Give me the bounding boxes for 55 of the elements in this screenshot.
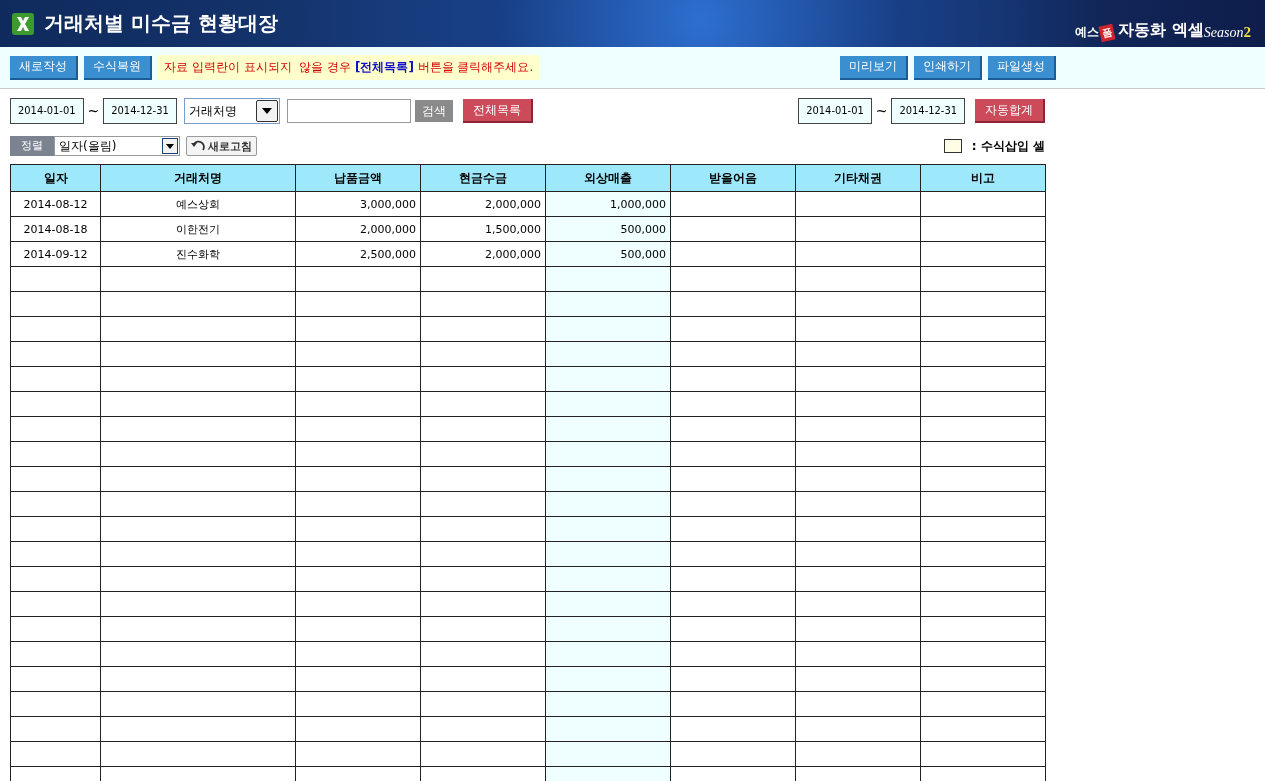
toolbar-button[interactable]: 미리보기 <box>840 55 908 80</box>
date-field[interactable]: 2014-01-01 <box>10 98 84 124</box>
field-dropdown[interactable]: 거래처명 <box>183 98 280 124</box>
table-cell: 2,000,000 <box>420 241 546 267</box>
caret-icon <box>261 108 272 114</box>
table-cell: 3,000,000 <box>295 191 421 217</box>
toolbar-button[interactable]: 새로작성 <box>10 55 78 80</box>
column-header: 거래처명 <box>100 164 296 192</box>
table-cell: 이한전기 <box>100 216 296 242</box>
brand-number: 2 <box>1243 24 1251 41</box>
sort-label: 정렬 <box>10 136 54 156</box>
table-cell: 2014-08-18 <box>10 216 101 242</box>
table-cell: 2,500,000 <box>295 241 421 267</box>
tilde-text: ~ <box>87 103 100 119</box>
brand-tag: 폼 <box>1098 23 1116 43</box>
tilde-text: ~ <box>875 103 888 119</box>
refresh-icon <box>191 140 205 152</box>
toolbar-button[interactable]: 수식복원 <box>84 55 152 80</box>
brand-name: 자동화 엑셀 <box>1118 20 1204 41</box>
caret-icon <box>166 143 174 149</box>
column-header: 현금수금 <box>420 164 546 192</box>
column-header: 비고 <box>920 164 1046 192</box>
table-cell: 2014-08-12 <box>10 191 101 217</box>
column-header: 외상매출 <box>545 164 671 192</box>
all-list-button[interactable]: 전체목록 <box>462 99 533 123</box>
column-header: 일자 <box>10 164 101 192</box>
toolbar-button[interactable]: 인쇄하기 <box>914 55 982 80</box>
column-header: 받을어음 <box>670 164 796 192</box>
notice-text: 자료 입력란이 표시되지 않을 경우 [전체목록] 버튼을 클릭해주세요. <box>158 55 540 80</box>
table-cell: 500,000 <box>545 241 671 267</box>
brand-season: Season <box>1203 25 1244 41</box>
legend-swatch <box>943 139 962 153</box>
brand-text: 예스 <box>1075 24 1100 41</box>
date-field[interactable]: 2014-01-01 <box>798 98 872 124</box>
date-field[interactable]: 2014-12-31 <box>891 98 965 124</box>
sort-dropdown[interactable]: 일자(올림) <box>54 136 180 156</box>
column-header: 기타채권 <box>795 164 921 192</box>
window-title: 거래처별 미수금 현황대장 <box>44 10 278 37</box>
table-cell: 2014-09-12 <box>10 241 101 267</box>
spreadsheet-icon <box>12 12 34 35</box>
date-field[interactable]: 2014-12-31 <box>103 98 177 124</box>
table-cell: 1,000,000 <box>545 191 671 217</box>
column-header: 납품금액 <box>295 164 421 192</box>
refresh-button[interactable]: 새로고침 <box>186 136 257 156</box>
search-button[interactable]: 검색 <box>414 100 453 122</box>
table-cell: 예스상회 <box>100 191 296 217</box>
table-cell: 2,000,000 <box>295 216 421 242</box>
auto-sum-button[interactable]: 자동합계 <box>975 99 1045 123</box>
table-cell: 2,000,000 <box>420 191 546 217</box>
table-cell: 진수화학 <box>100 241 296 267</box>
legend-text: : 수식삽입 셀 <box>971 137 1045 155</box>
toolbar-button[interactable]: 파일생성 <box>988 55 1056 80</box>
table-cell: 500,000 <box>545 216 671 242</box>
search-field[interactable] <box>286 99 411 123</box>
table-cell: 1,500,000 <box>420 216 546 242</box>
